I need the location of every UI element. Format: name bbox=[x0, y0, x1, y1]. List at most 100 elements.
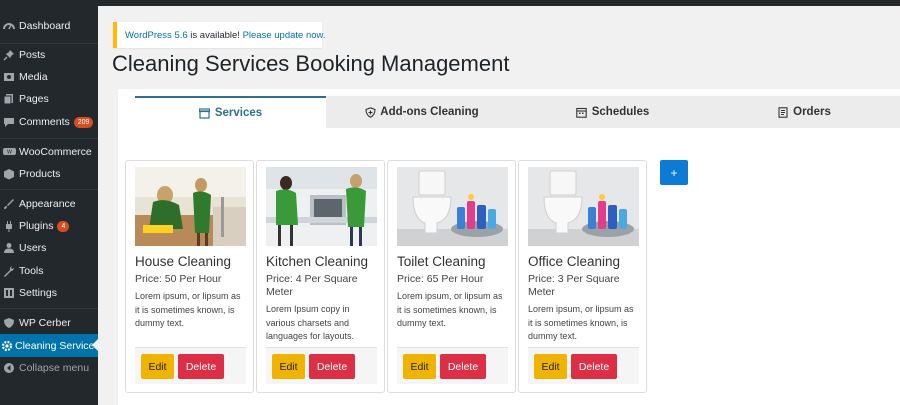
sidebar-item-dashboard[interactable]: Dashboard bbox=[0, 15, 98, 37]
sidebar-item-cleaning-services[interactable]: Cleaning Services bbox=[0, 334, 100, 357]
service-card: Kitchen Cleaning Price: 4 Per Square Met… bbox=[256, 160, 385, 393]
service-name: Kitchen Cleaning bbox=[266, 254, 369, 269]
sidebar-item-label: WP Cerber bbox=[19, 317, 71, 329]
pin-icon bbox=[1, 47, 17, 63]
service-price: Price: 50 Per Hour bbox=[135, 273, 222, 285]
service-name: House Cleaning bbox=[135, 254, 232, 269]
wordpress-version-link[interactable]: WordPress 5.6 bbox=[125, 30, 188, 41]
collapse-icon bbox=[1, 360, 17, 376]
sidebar-item-label: Dashboard bbox=[19, 20, 71, 32]
users-icon bbox=[1, 240, 17, 256]
sidebar-item-woocommerce[interactable]: W WooCommerce bbox=[0, 141, 98, 163]
admin-bar bbox=[0, 0, 900, 6]
plugins-update-badge: 4 bbox=[57, 220, 70, 232]
tab-label: Add-ons Cleaning bbox=[380, 106, 479, 118]
sidebar-item-settings[interactable]: Settings bbox=[0, 282, 98, 304]
service-card: House Cleaning Price: 50 Per Hour Lorem … bbox=[125, 160, 254, 393]
dashboard-icon bbox=[1, 18, 17, 34]
service-card: Toilet Cleaning Price: 65 Per Hour Lorem… bbox=[387, 160, 516, 393]
comments-icon bbox=[1, 114, 17, 130]
service-price: Price: 3 Per Square Meter bbox=[528, 273, 620, 298]
sidebar-item-label: Users bbox=[19, 242, 47, 254]
calendar-icon bbox=[576, 106, 588, 118]
tab-add-ons-cleaning[interactable]: Add-ons Cleaning bbox=[326, 96, 517, 128]
card-actions: Edit Delete bbox=[135, 347, 246, 384]
wrench-icon bbox=[1, 263, 17, 279]
sidebar-item-label: Comments bbox=[19, 116, 70, 128]
tab-label: Schedules bbox=[591, 106, 650, 118]
shield-icon bbox=[1, 315, 17, 331]
tab-services[interactable]: Services bbox=[135, 96, 326, 128]
media-icon bbox=[1, 69, 17, 85]
service-image-cleaners bbox=[135, 167, 246, 246]
sidebar-item-users[interactable]: Users bbox=[0, 237, 98, 259]
sidebar-item-wp-cerber[interactable]: WP Cerber bbox=[0, 312, 98, 334]
service-description: Lorem ipsum, or lipsum as it is sometime… bbox=[397, 291, 503, 328]
service-description: Lorem ipsum, or lipsum as it is sometime… bbox=[135, 291, 241, 328]
sidebar-item-label: Posts bbox=[19, 49, 46, 61]
card-actions: Edit Delete bbox=[528, 347, 639, 384]
service-name: Office Cleaning bbox=[528, 254, 621, 269]
sidebar-item-label: Cleaning Services bbox=[15, 339, 100, 352]
plugin-icon bbox=[1, 218, 17, 234]
settings-icon bbox=[1, 285, 17, 301]
edit-button[interactable]: Edit bbox=[534, 354, 567, 379]
menu-separator bbox=[0, 189, 98, 190]
sidebar-item-products[interactable]: Products bbox=[0, 163, 98, 185]
delete-button[interactable]: Delete bbox=[178, 354, 224, 379]
tab-label: Services bbox=[214, 107, 263, 119]
service-card: Office Cleaning Price: 3 Per Square Mete… bbox=[518, 160, 647, 393]
sidebar-item-appearance[interactable]: Appearance bbox=[0, 193, 98, 215]
service-name: Toilet Cleaning bbox=[397, 254, 486, 269]
products-icon bbox=[1, 166, 17, 182]
service-description: Lorem ipsum, or lipsum as it is sometime… bbox=[528, 304, 634, 341]
svg-text:W: W bbox=[7, 150, 12, 156]
service-price: Price: 65 Per Hour bbox=[397, 273, 484, 285]
page-title: Cleaning Services Booking Management bbox=[112, 51, 510, 76]
tab-schedules[interactable]: Schedules bbox=[517, 96, 708, 128]
service-image-toilet-supplies bbox=[528, 167, 639, 246]
edit-button[interactable]: Edit bbox=[272, 354, 305, 379]
sidebar-item-posts[interactable]: Posts bbox=[0, 44, 98, 66]
tab-bar: Services Add-ons Cleaning Schedules Orde… bbox=[135, 96, 900, 128]
document-icon bbox=[777, 106, 789, 118]
gear-icon bbox=[1, 338, 13, 354]
sidebar-item-label: Products bbox=[19, 168, 61, 180]
sidebar-item-label: Plugins bbox=[19, 220, 54, 232]
delete-button[interactable]: Delete bbox=[309, 354, 355, 379]
card-actions: Edit Delete bbox=[397, 347, 508, 384]
pages-icon bbox=[1, 91, 17, 107]
sidebar-item-tools[interactable]: Tools bbox=[0, 260, 98, 282]
collapse-menu-button[interactable]: Collapse menu bbox=[0, 357, 98, 379]
sidebar-item-pages[interactable]: Pages bbox=[0, 88, 98, 110]
add-service-button[interactable]: + bbox=[660, 160, 688, 185]
brush-icon bbox=[1, 196, 17, 212]
sidebar-item-label: Collapse menu bbox=[19, 362, 90, 374]
menu-separator bbox=[0, 308, 98, 309]
sidebar-item-label: Tools bbox=[19, 265, 44, 277]
update-now-link[interactable]: Please update now. bbox=[243, 30, 326, 41]
service-description: Lorem Ipsum copy in various charsets and… bbox=[266, 304, 355, 341]
edit-button[interactable]: Edit bbox=[141, 354, 174, 379]
service-image-kitchen-cleaners bbox=[266, 167, 377, 246]
sidebar-item-label: Media bbox=[19, 71, 48, 83]
woocommerce-icon: W bbox=[1, 144, 17, 160]
notice-text: is available! bbox=[187, 29, 243, 41]
delete-button[interactable]: Delete bbox=[571, 354, 617, 379]
edit-button[interactable]: Edit bbox=[403, 354, 436, 379]
delete-button[interactable]: Delete bbox=[440, 354, 486, 379]
menu-separator bbox=[0, 138, 98, 139]
sidebar-item-label: Settings bbox=[19, 287, 57, 299]
update-notice: WordPress 5.6 is available! Please updat… bbox=[113, 22, 326, 48]
tab-orders[interactable]: Orders bbox=[708, 96, 900, 128]
sidebar-item-media[interactable]: Media bbox=[0, 66, 98, 88]
sidebar-item-comments[interactable]: Comments 209 bbox=[0, 111, 98, 133]
sidebar-item-plugins[interactable]: Plugins 4 bbox=[0, 215, 98, 237]
shield-plus-icon bbox=[364, 106, 376, 118]
sidebar-item-label: Appearance bbox=[19, 198, 76, 210]
admin-sidebar: Dashboard Posts Media Pages Comments 209… bbox=[0, 6, 100, 405]
services-icon bbox=[199, 107, 211, 119]
sidebar-item-label: WooCommerce bbox=[19, 146, 92, 158]
sidebar-item-label: Pages bbox=[19, 93, 49, 105]
tab-label: Orders bbox=[793, 106, 831, 118]
